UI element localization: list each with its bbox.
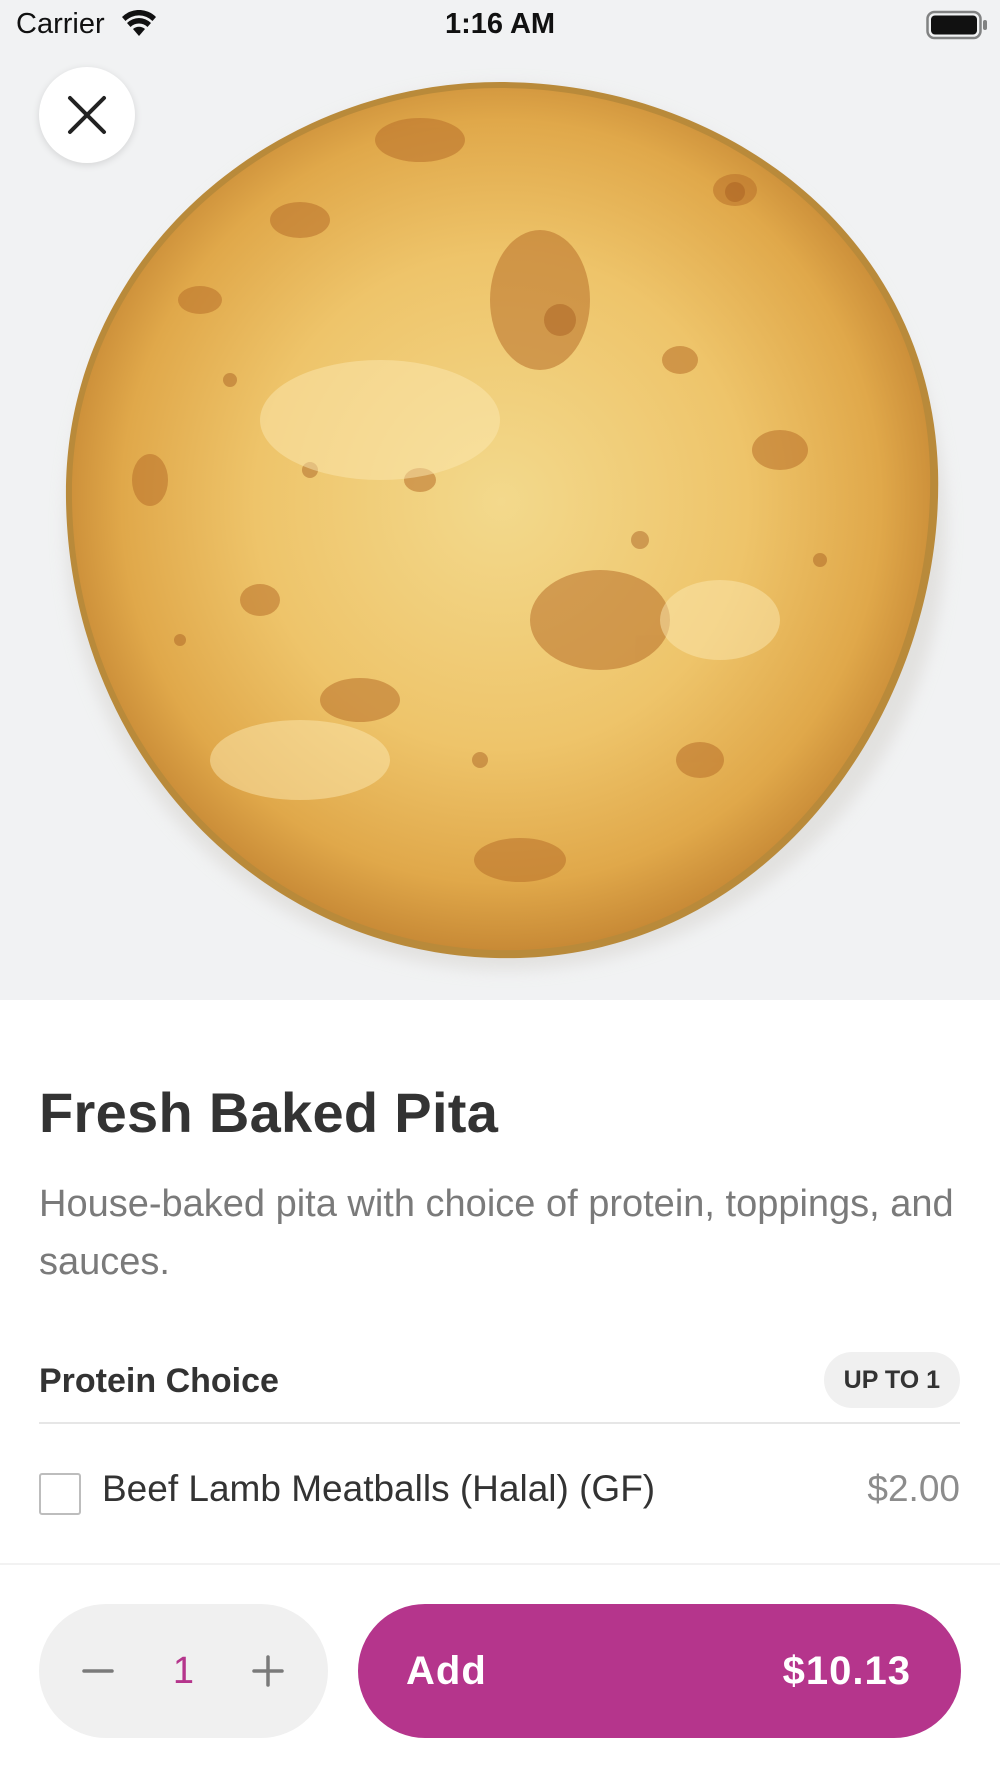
plus-icon xyxy=(252,1655,284,1687)
add-label: Add xyxy=(406,1649,487,1693)
item-photo xyxy=(0,0,1000,1000)
modifier-group-header: Protein Choice UP TO 1 xyxy=(39,1352,960,1422)
selection-limit-badge: UP TO 1 xyxy=(823,1352,960,1408)
option-checkbox[interactable] xyxy=(39,1473,81,1515)
divider xyxy=(39,1422,960,1424)
battery-full-icon xyxy=(926,10,988,40)
divider xyxy=(0,1563,1000,1565)
close-button[interactable] xyxy=(39,67,135,163)
status-bar: Carrier 1:16 AM xyxy=(0,0,1000,52)
close-icon xyxy=(68,96,106,134)
total-price: $10.13 xyxy=(782,1649,911,1693)
quantity-stepper: 1 xyxy=(39,1604,328,1738)
pita-bread-image xyxy=(0,0,1000,1000)
increment-button[interactable] xyxy=(238,1641,298,1701)
option-label: Beef Lamb Meatballs (Halal) (GF) xyxy=(102,1468,656,1509)
option-row-beef-lamb-meatballs[interactable]: Beef Lamb Meatballs (Halal) (GF) $2.00 xyxy=(39,1440,960,1550)
item-title: Fresh Baked Pita xyxy=(39,1081,499,1144)
modifier-group-title: Protein Choice xyxy=(39,1362,279,1400)
add-to-cart-button[interactable]: Add $10.13 xyxy=(358,1604,961,1738)
option-price: $2.00 xyxy=(867,1468,960,1509)
item-description: House-baked pita with choice of protein,… xyxy=(39,1183,954,1283)
status-time: 1:16 AM xyxy=(444,8,556,40)
